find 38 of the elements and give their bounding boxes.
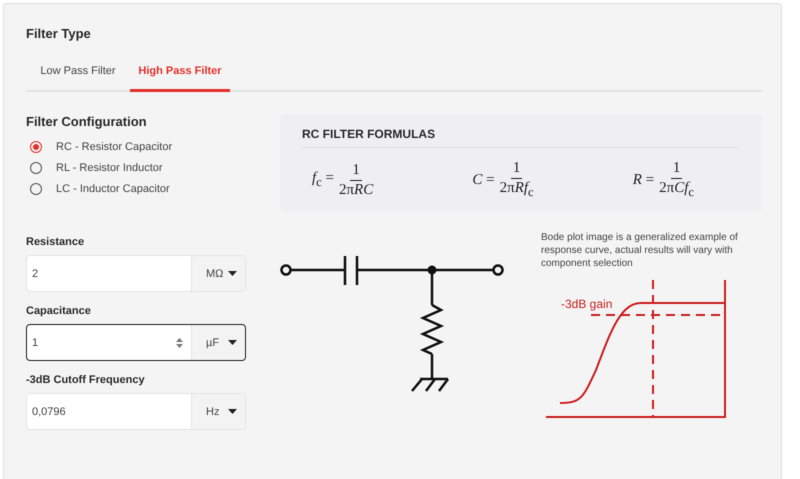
gain-label: -3dB gain [561,297,612,311]
field-label: Resistance [26,236,86,248]
formula-denominator: 2πRf$_{c}$ [500,179,534,200]
unit-dropdown[interactable]: Hz [191,394,245,429]
caret-icon [228,340,237,345]
number-field[interactable]: 0,0796 Hz [26,393,246,430]
field-label: -3dB Cutoff Frequency [26,374,146,386]
formula-numerator: 1 [670,160,682,179]
formula-lhs: C = [472,172,495,188]
radio-button[interactable] [30,141,42,153]
unit-dropdown[interactable]: MΩ [191,256,245,291]
formula-lhs: f$_{c}$ = [312,170,334,190]
number-field[interactable]: 1 µF [26,324,246,361]
field-value: 0,0796 [32,406,66,418]
formula-title: RC FILTER FORMULAS [302,127,738,148]
radio-label: RC - Resistor Capacitor [56,141,172,153]
formula-lhs: R = [632,172,654,188]
bode-note: Bode plot image is a generalized example of response curve, actual results will vary with component selection [541,231,739,270]
radio-label: RL - Resistor Inductor [56,162,163,174]
caret-icon [228,271,237,276]
spinner-icon[interactable] [176,338,183,348]
unit-dropdown[interactable]: µF [191,325,245,360]
filter-tab[interactable]: High Pass Filter [130,59,230,92]
field-value: 1 [32,336,38,348]
filter-tab[interactable]: Low Pass Filter [26,59,130,92]
radio-button[interactable] [30,183,42,195]
radio-button[interactable] [30,162,42,174]
number-field[interactable]: 2 MΩ [26,255,246,292]
field-label: Capacitance [26,305,92,317]
radio-label: LC - Inductor Capacitor [56,183,170,195]
section-title: Filter Type [26,26,92,41]
formula-denominator: 2πCf$_{c}$ [659,179,694,200]
formula-numerator: 1 [350,162,362,180]
field-value: 2 [32,268,38,280]
formula-numerator: 1 [510,160,522,179]
caret-icon [228,409,237,414]
formula-denominator: 2πRC [338,180,374,198]
section-title: Filter Configuration [26,114,148,129]
